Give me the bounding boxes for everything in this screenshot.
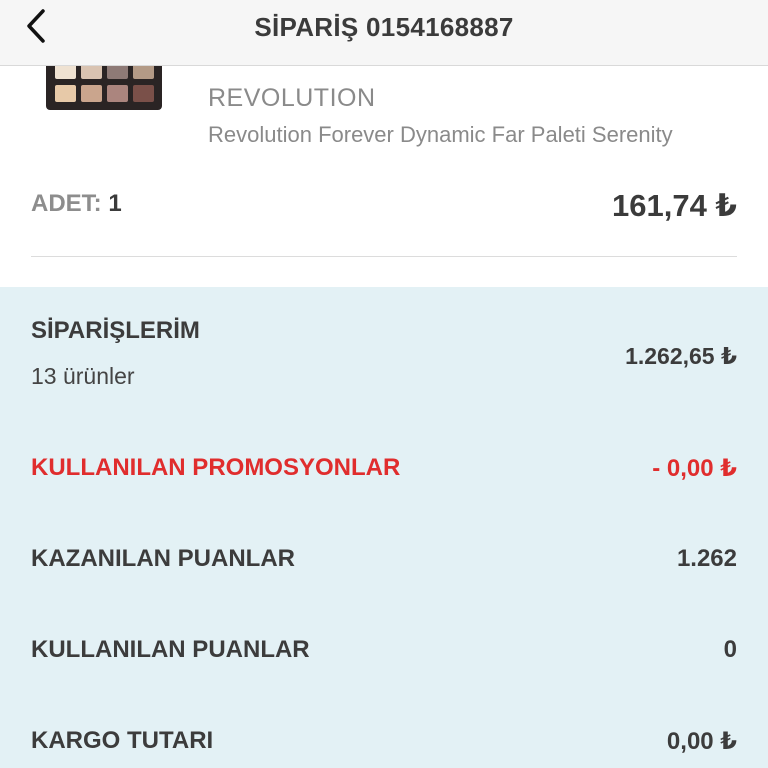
product-brand: REVOLUTION: [208, 84, 376, 112]
palette-pan: [107, 66, 128, 79]
product-image: [46, 66, 162, 110]
summary-row-orders: SİPARİŞLERİM 13 ürünler 1.262,65 ₺: [31, 317, 737, 397]
orders-total: 1.262,65 ₺: [625, 343, 737, 369]
used-points-label: KULLANILAN PUANLAR: [31, 636, 310, 663]
product-price: 161,74 ₺: [612, 188, 737, 223]
product-name: Revolution Forever Dynamic Far Paleti Se…: [208, 122, 673, 147]
order-item[interactable]: REVOLUTION Revolution Forever Dynamic Fa…: [0, 66, 768, 287]
used-points-value: 0: [723, 636, 737, 663]
shipping-value: 0,00 ₺: [666, 728, 737, 755]
earned-points-value: 1.262: [676, 545, 737, 572]
palette-pan: [133, 66, 154, 79]
top-bar: SİPARİŞ 0154168887: [0, 0, 768, 66]
divider: [31, 256, 737, 257]
quantity-label: ADET:: [31, 190, 102, 217]
earned-points-label: KAZANILAN PUANLAR: [31, 545, 295, 572]
orders-count: 13 ürünler: [31, 363, 135, 389]
orders-label: SİPARİŞLERİM: [31, 317, 200, 344]
quantity-value: 1: [108, 190, 122, 217]
palette-pan: [133, 85, 154, 102]
page-title: SİPARİŞ 0154168887: [254, 12, 514, 42]
promotions-value: - 0,00 ₺: [652, 455, 737, 482]
palette-pan: [81, 85, 102, 102]
palette-pan: [55, 66, 76, 79]
palette-pan: [81, 66, 102, 79]
order-summary: SİPARİŞLERİM 13 ürünler 1.262,65 ₺ KULLA…: [0, 287, 768, 768]
promotions-label: KULLANILAN PROMOSYONLAR: [31, 454, 401, 481]
summary-row-used-points: KULLANILAN PUANLAR 0: [31, 636, 737, 668]
shipping-label: KARGO TUTARI: [31, 727, 214, 754]
summary-row-earned-points: KAZANILAN PUANLAR 1.262: [31, 545, 737, 577]
quantity: ADET: 1: [31, 190, 122, 218]
palette-pan: [107, 85, 128, 102]
summary-row-shipping: KARGO TUTARI 0,00 ₺: [31, 727, 737, 759]
summary-row-promotions: KULLANILAN PROMOSYONLAR - 0,00 ₺: [31, 454, 737, 486]
palette-pan: [55, 85, 76, 102]
